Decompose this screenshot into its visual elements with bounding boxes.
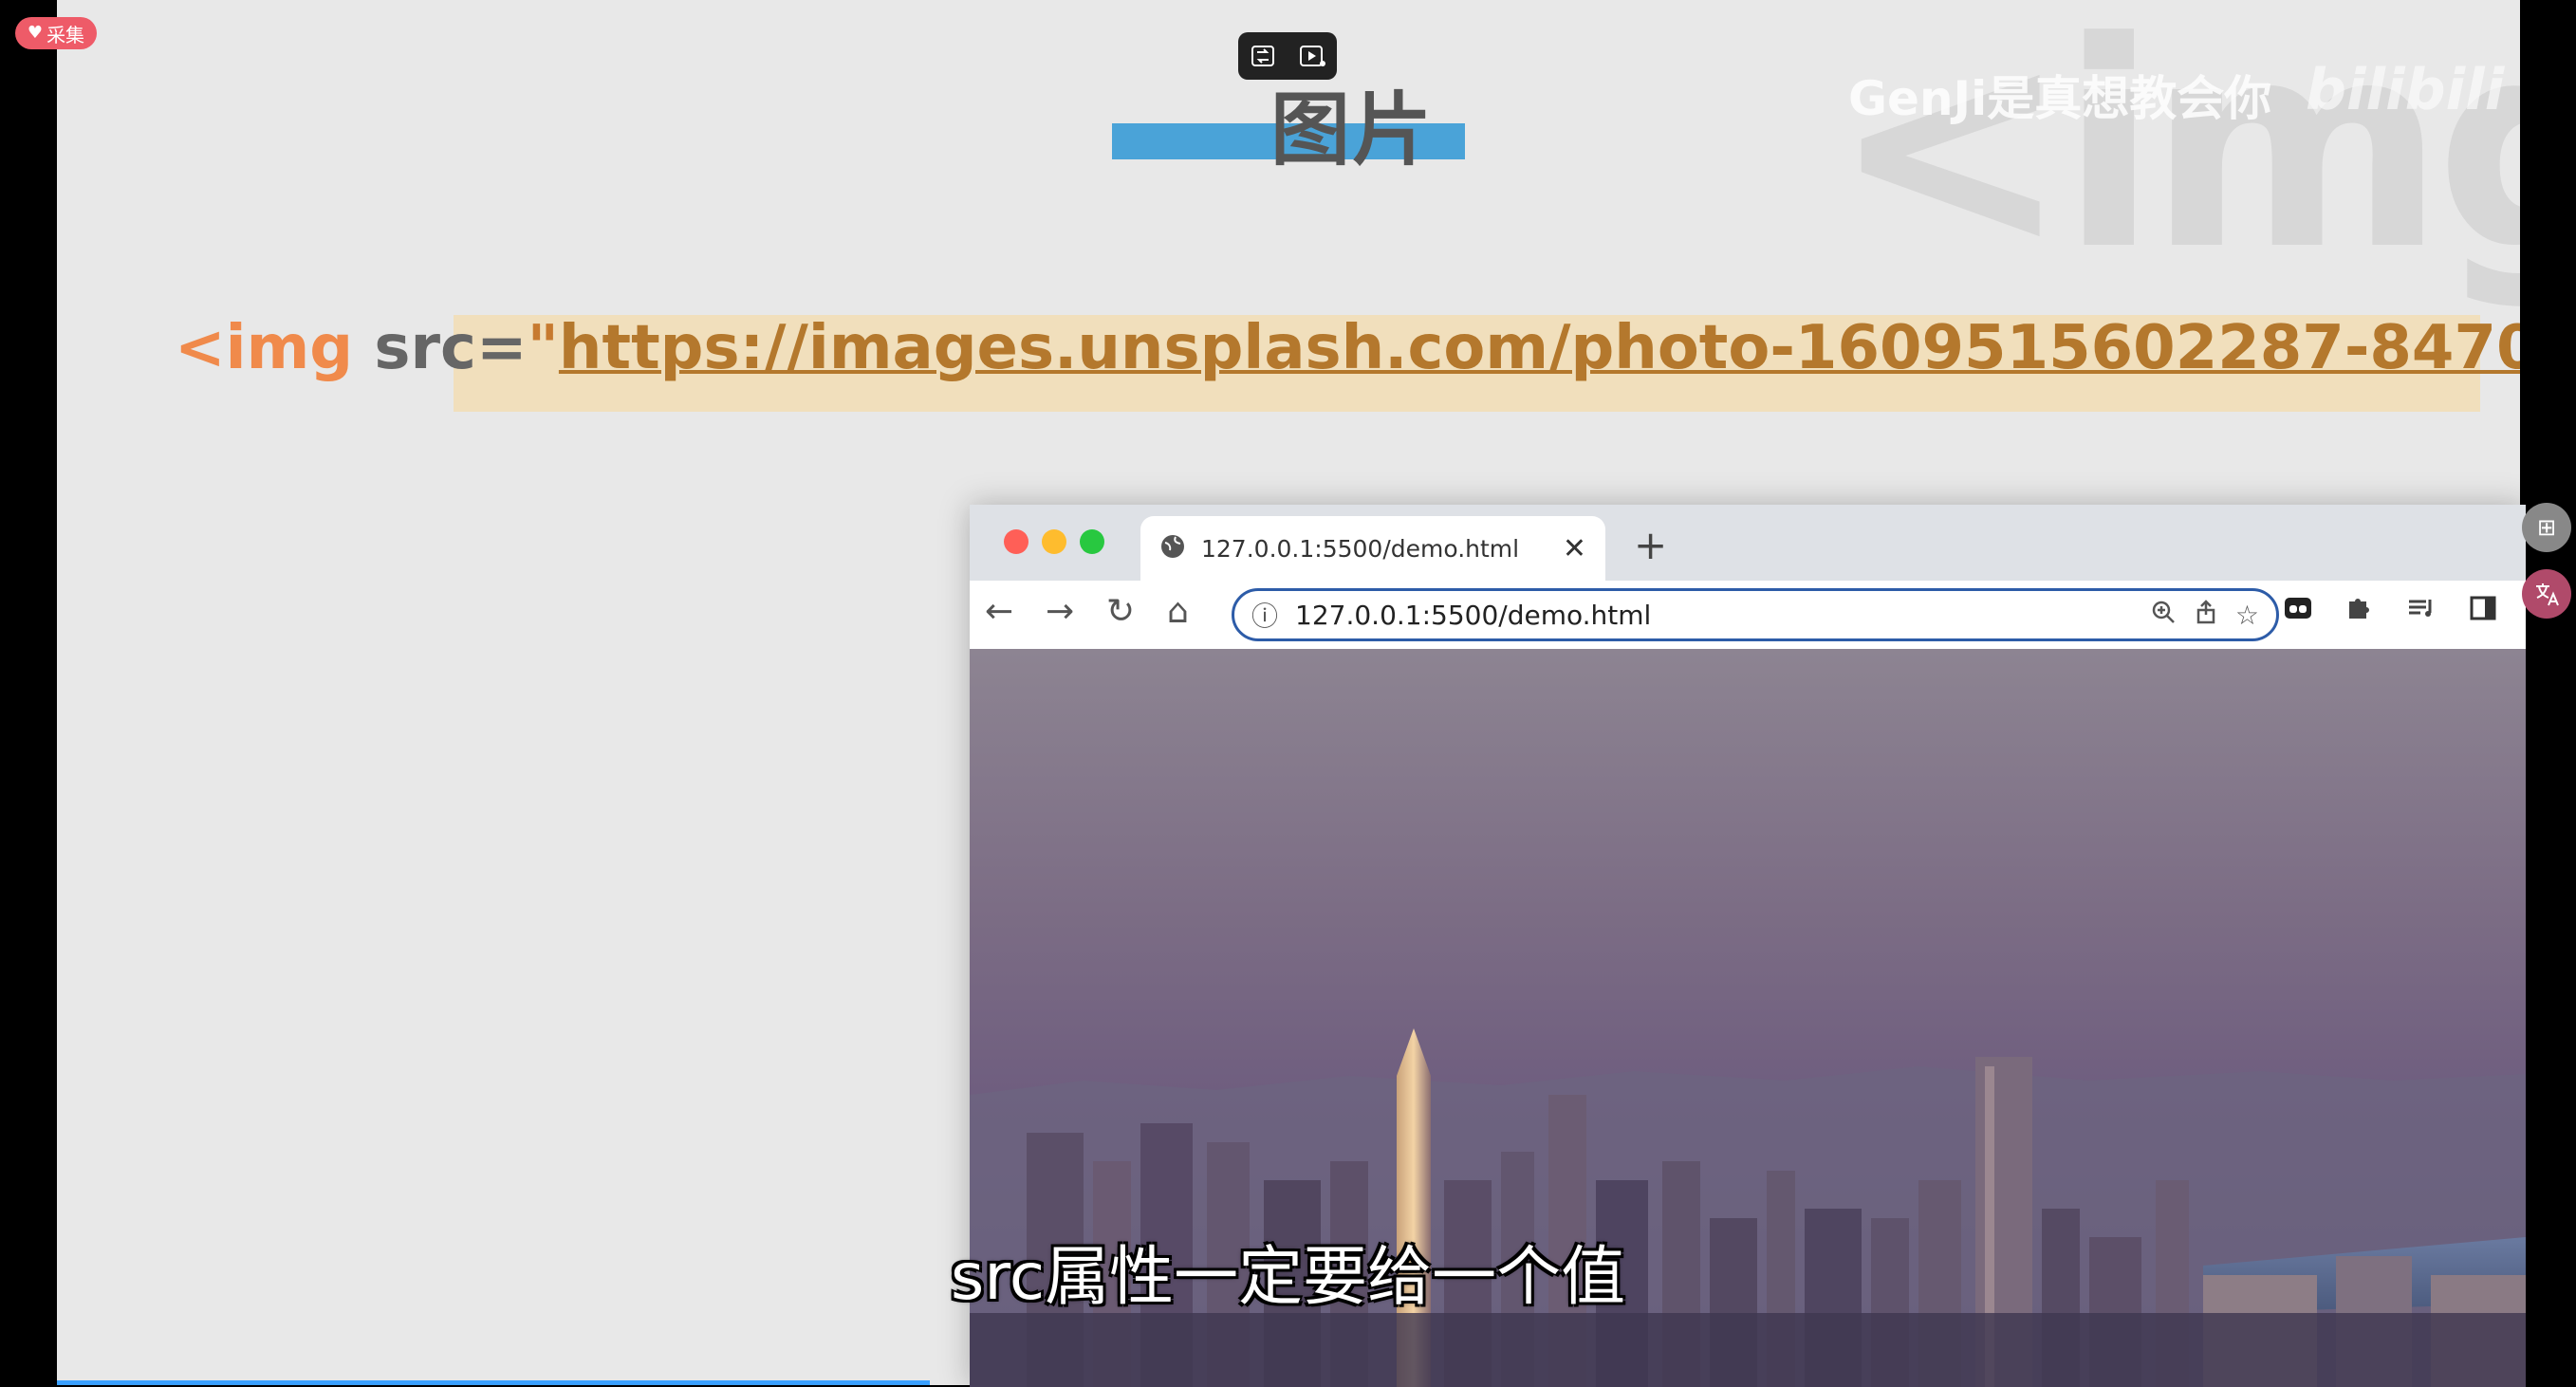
reload-icon[interactable]: ↻ <box>1106 592 1135 631</box>
new-tab-button[interactable]: + <box>1634 522 1667 568</box>
tab-demo[interactable]: 127.0.0.1:5500/demo.html ✕ <box>1140 516 1605 581</box>
globe-icon <box>1159 533 1186 564</box>
slide-title: 图片 <box>1269 83 1434 176</box>
minimize-window-button[interactable] <box>1042 529 1066 554</box>
code-line: <img src="https://images.unsplash.com/ph… <box>175 313 2520 383</box>
video-progress-bar[interactable] <box>57 1380 930 1385</box>
address-bar[interactable]: ⓘ 127.0.0.1:5500/demo.html ☆ <box>1232 588 2279 641</box>
background-img-logo: <img> <box>1831 0 2520 312</box>
qr-grid-icon[interactable]: ⊞ <box>2522 503 2571 552</box>
swap-icon[interactable] <box>1247 42 1279 70</box>
play-sparkle-icon[interactable] <box>1296 42 1328 70</box>
code-url[interactable]: https://images.unsplash.com/photo-160951… <box>559 313 2520 383</box>
translate-icon[interactable] <box>2522 569 2571 619</box>
side-panel-icon[interactable] <box>2469 594 2497 630</box>
collect-badge[interactable]: ♥ 采集 <box>15 17 97 49</box>
home-icon[interactable]: ⌂ <box>1167 592 1189 631</box>
tab-title: 127.0.0.1:5500/demo.html <box>1201 534 1520 563</box>
window-controls <box>1004 529 1104 554</box>
heart-icon: ♥ <box>27 23 44 43</box>
extension-icon[interactable] <box>2283 594 2313 630</box>
code-attr: src= <box>353 313 528 383</box>
forward-icon[interactable]: → <box>1046 592 1074 631</box>
maximize-window-button[interactable] <box>1080 529 1104 554</box>
browser-toolbar: ← → ↻ ⌂ ⓘ 127.0.0.1:5500/demo.html ☆ <box>970 581 2526 650</box>
close-window-button[interactable] <box>1004 529 1029 554</box>
zoom-icon[interactable] <box>2150 599 2177 632</box>
back-icon[interactable]: ← <box>985 592 1013 631</box>
collect-label: 采集 <box>46 23 85 46</box>
bookmark-star-icon[interactable]: ☆ <box>2235 600 2259 631</box>
address-text[interactable]: 127.0.0.1:5500/demo.html <box>1295 600 2133 631</box>
code-quote-open: " <box>527 313 559 383</box>
video-controls <box>1238 32 1337 80</box>
puzzle-extensions-icon[interactable] <box>2345 594 2374 630</box>
channel-watermark: GenJi是真想教会你 <box>1848 71 2272 126</box>
bilibili-watermark: bilibili <box>2306 57 2505 123</box>
code-tag-open: <img <box>175 313 354 383</box>
info-icon[interactable]: ⓘ <box>1251 596 1278 634</box>
tab-bar: 127.0.0.1:5500/demo.html ✕ + <box>970 505 2526 581</box>
media-queue-icon[interactable] <box>2406 594 2437 630</box>
share-icon[interactable] <box>2194 599 2218 632</box>
video-subtitle: src属性一定要给一个值 <box>950 1240 1626 1315</box>
tab-close-icon[interactable]: ✕ <box>1563 532 1586 565</box>
